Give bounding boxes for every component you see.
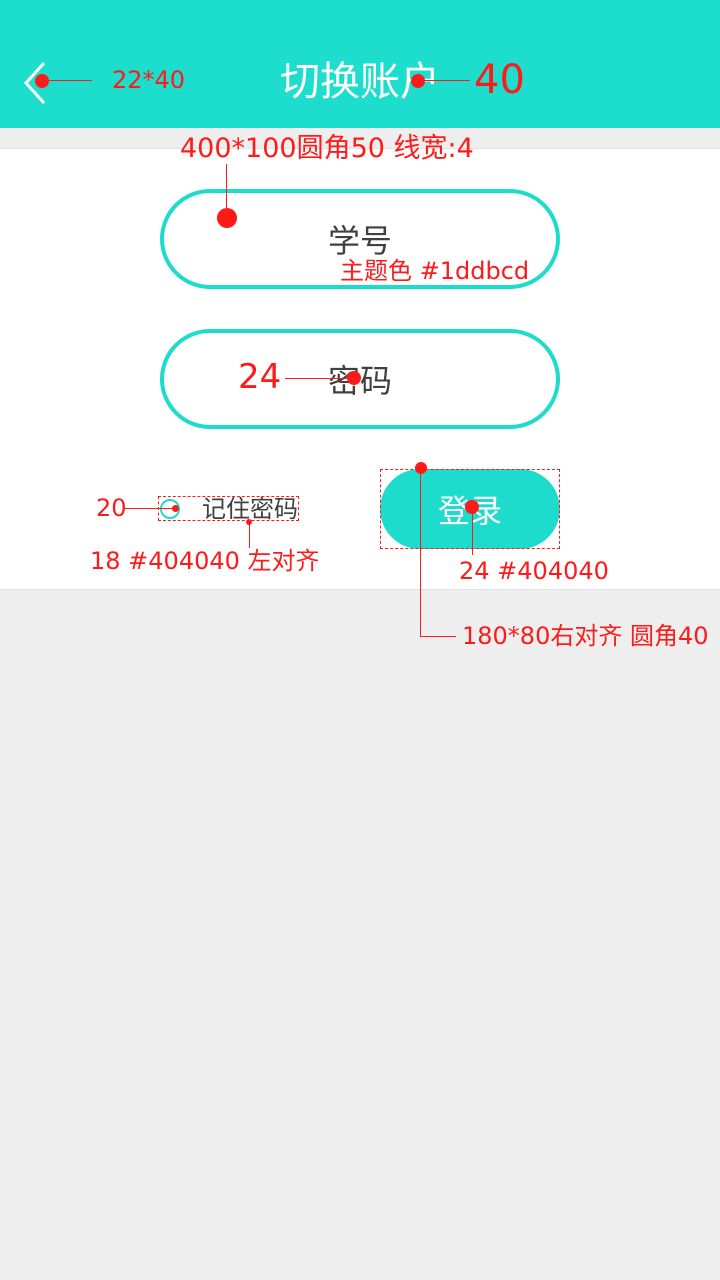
- annotation-login-spec: 180*80右对齐 圆角40: [462, 622, 709, 650]
- annotation-login-font: 24 #404040: [459, 557, 609, 585]
- annotation-dot: [411, 74, 425, 88]
- annotation-back-size: 22*40: [112, 66, 186, 94]
- annotation-theme-color: 主题色 #1ddbcd: [340, 257, 530, 285]
- annotation-line: [42, 80, 92, 81]
- annotation-title-size: 40: [474, 57, 525, 103]
- annotation-field-spec: 400*100圆角50 线宽:4: [180, 133, 474, 164]
- annotation-field-font: 24: [238, 357, 282, 397]
- header-bar: 切换账户: [0, 0, 720, 128]
- annotation-line: [472, 507, 473, 555]
- page-title: 切换账户: [280, 59, 440, 105]
- annotation-dot: [217, 208, 237, 228]
- annotation-line: [285, 378, 353, 379]
- annotation-remember-font: 18 #404040 左对齐: [90, 547, 320, 575]
- annotation-line: [418, 80, 470, 81]
- annotation-circle-size: 20: [96, 494, 127, 522]
- annotation-line: [420, 468, 421, 636]
- annotation-dot: [415, 462, 427, 474]
- annotation-line: [249, 522, 250, 548]
- annotation-dot: [347, 371, 361, 385]
- annotation-box-remember: [158, 496, 299, 521]
- annotation-dot: [35, 74, 49, 88]
- annotation-line: [420, 636, 456, 637]
